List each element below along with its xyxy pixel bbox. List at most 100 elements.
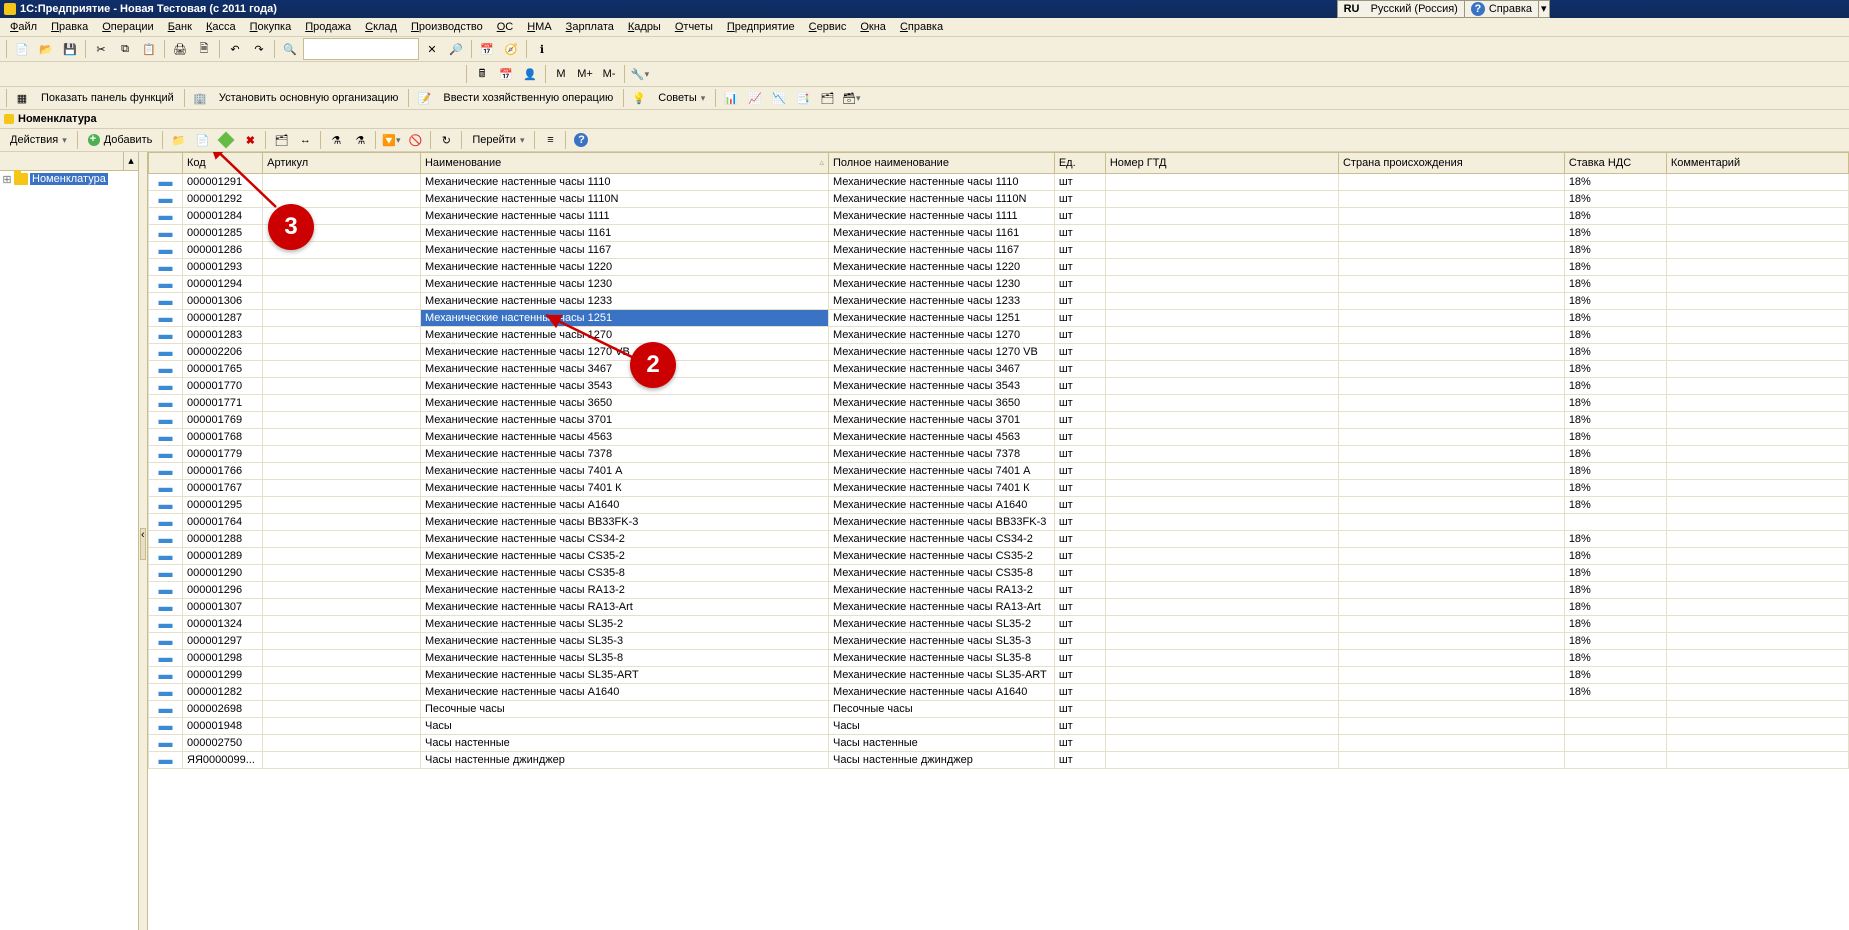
- menu-item-5[interactable]: Покупка: [244, 20, 298, 34]
- actions-dropdown[interactable]: Действия: [4, 132, 73, 148]
- table-row[interactable]: ▬000001287Механические настенные часы 12…: [149, 310, 1849, 327]
- table-row[interactable]: ▬000001297Механические настенные часы SL…: [149, 633, 1849, 650]
- undo-icon[interactable]: ↶: [224, 38, 246, 60]
- menu-item-15[interactable]: Сервис: [803, 20, 853, 34]
- menu-item-16[interactable]: Окна: [854, 20, 892, 34]
- column-header-icon[interactable]: [149, 153, 183, 174]
- enter-operation-button[interactable]: Ввести хозяйственную операцию: [437, 90, 619, 106]
- delete-mark-icon[interactable]: ✖: [239, 129, 261, 151]
- table-row[interactable]: ▬000001324Механические настенные часы SL…: [149, 616, 1849, 633]
- table-row[interactable]: ▬000001767Механические настенные часы 74…: [149, 480, 1849, 497]
- org-icon[interactable]: 🏢: [189, 87, 211, 109]
- table-row[interactable]: ▬000001292Механические настенные часы 11…: [149, 191, 1849, 208]
- table-row[interactable]: ▬000001307Механические настенные часы RA…: [149, 599, 1849, 616]
- table-row[interactable]: ▬000001766Механические настенные часы 74…: [149, 463, 1849, 480]
- column-header-country[interactable]: Страна происхождения: [1338, 153, 1564, 174]
- operation-icon[interactable]: 📝: [413, 87, 435, 109]
- menu-item-9[interactable]: ОС: [491, 20, 520, 34]
- table-row[interactable]: ▬000001296Механические настенные часы RA…: [149, 582, 1849, 599]
- menu-item-14[interactable]: Предприятие: [721, 20, 801, 34]
- column-header-unit[interactable]: Ед.: [1054, 153, 1105, 174]
- table-row[interactable]: ▬000001288Механические настенные часы CS…: [149, 531, 1849, 548]
- memory-m-button[interactable]: M: [550, 63, 572, 85]
- table-row[interactable]: ▬000001770Механические настенные часы 35…: [149, 378, 1849, 395]
- column-header-art[interactable]: Артикул: [263, 153, 421, 174]
- redo-icon[interactable]: ↷: [248, 38, 270, 60]
- column-header-vat[interactable]: Ставка НДС: [1564, 153, 1666, 174]
- filter-clear-icon[interactable]: 🚫: [404, 129, 426, 151]
- menu-item-3[interactable]: Банк: [162, 20, 198, 34]
- move-icon[interactable]: ↔: [294, 129, 316, 151]
- help-form-icon[interactable]: ?: [570, 129, 592, 151]
- table-row[interactable]: ▬000001779Механические настенные часы 73…: [149, 446, 1849, 463]
- add-button[interactable]: Добавить: [82, 132, 159, 148]
- filter-dropdown-icon[interactable]: 🔽: [380, 129, 402, 151]
- calendar-icon[interactable]: 📅: [476, 38, 498, 60]
- report1-icon[interactable]: 📊: [720, 87, 742, 109]
- menu-item-13[interactable]: Отчеты: [669, 20, 719, 34]
- table-row[interactable]: ▬000001291Механические настенные часы 11…: [149, 174, 1849, 191]
- table-row[interactable]: ▬000001293Механические настенные часы 12…: [149, 259, 1849, 276]
- column-header-gtd[interactable]: Номер ГТД: [1105, 153, 1338, 174]
- table-row[interactable]: ▬000001294Механические настенные часы 12…: [149, 276, 1849, 293]
- splitter[interactable]: ‹: [139, 152, 148, 930]
- reports-dropdown-icon[interactable]: 🗃: [840, 87, 862, 109]
- report5-icon[interactable]: 🗂: [816, 87, 838, 109]
- user-icon[interactable]: 👤: [519, 63, 541, 85]
- splitter-handle-icon[interactable]: ‹: [140, 528, 146, 560]
- table-row[interactable]: ▬000001284Механические настенные часы 11…: [149, 208, 1849, 225]
- search-exec-icon[interactable]: 🔎: [445, 38, 467, 60]
- menu-item-17[interactable]: Справка: [894, 20, 949, 34]
- report2-icon[interactable]: 📈: [744, 87, 766, 109]
- set-main-org-button[interactable]: Установить основную организацию: [213, 90, 405, 106]
- edit-icon[interactable]: [215, 129, 237, 151]
- tools-dropdown-icon[interactable]: 🔧: [629, 63, 651, 85]
- tree-root-node[interactable]: ⊞ Номенклатура: [0, 171, 138, 187]
- table-row[interactable]: ▬000001768Механические настенные часы 45…: [149, 429, 1849, 446]
- table-row[interactable]: ▬000001295Механические настенные часы A1…: [149, 497, 1849, 514]
- menu-item-1[interactable]: Правка: [45, 20, 94, 34]
- add-group-icon[interactable]: 📁: [167, 129, 189, 151]
- table-row[interactable]: ▬000002750Часы настенныеЧасы настенныешт: [149, 735, 1849, 752]
- table-row[interactable]: ▬000001771Механические настенные часы 36…: [149, 395, 1849, 412]
- tips-dropdown-button[interactable]: Советы: [652, 90, 711, 106]
- calc-icon[interactable]: 🖩: [471, 63, 493, 85]
- expand-icon[interactable]: ⊞: [2, 173, 12, 186]
- menu-item-6[interactable]: Продажа: [299, 20, 357, 34]
- copy-icon[interactable]: ⧉: [114, 38, 136, 60]
- help-button[interactable]: ? Справка: [1464, 0, 1539, 18]
- table-row[interactable]: ▬000001306Механические настенные часы 12…: [149, 293, 1849, 310]
- menu-item-0[interactable]: Файл: [4, 20, 43, 34]
- table-row[interactable]: ▬000001283Механические настенные часы 12…: [149, 327, 1849, 344]
- save-icon[interactable]: 💾: [59, 38, 81, 60]
- column-header-code[interactable]: Код: [183, 153, 263, 174]
- table-row[interactable]: ▬000001948ЧасыЧасышт: [149, 718, 1849, 735]
- report3-icon[interactable]: 📉: [768, 87, 790, 109]
- table-row[interactable]: ▬ЯЯ0000099...Часы настенные джинджерЧасы…: [149, 752, 1849, 769]
- open-icon[interactable]: 📂: [35, 38, 57, 60]
- column-header-name[interactable]: Наименование▵: [420, 153, 828, 174]
- menu-item-4[interactable]: Касса: [200, 20, 242, 34]
- table-row[interactable]: ▬000001286Механические настенные часы 11…: [149, 242, 1849, 259]
- tips-icon[interactable]: 💡: [628, 87, 650, 109]
- menu-item-12[interactable]: Кадры: [622, 20, 667, 34]
- search-input[interactable]: [303, 38, 419, 60]
- memory-mplus-button[interactable]: M+: [574, 63, 596, 85]
- menu-item-8[interactable]: Производство: [405, 20, 489, 34]
- table-row[interactable]: ▬000001765Механические настенные часы 34…: [149, 361, 1849, 378]
- new-doc-icon[interactable]: 📄: [11, 38, 33, 60]
- print-icon[interactable]: 🖨: [169, 38, 191, 60]
- table-row[interactable]: ▬000001769Механические настенные часы 37…: [149, 412, 1849, 429]
- goto-dropdown[interactable]: Перейти: [466, 132, 530, 148]
- panel-icon[interactable]: ▦: [11, 87, 33, 109]
- column-header-fullname[interactable]: Полное наименование: [828, 153, 1054, 174]
- table-row[interactable]: ▬000001299Механические настенные часы SL…: [149, 667, 1849, 684]
- nav-icon[interactable]: 🧭: [500, 38, 522, 60]
- menu-item-10[interactable]: НМА: [521, 20, 557, 34]
- cut-icon[interactable]: ✂: [90, 38, 112, 60]
- table-row[interactable]: ▬000002206Механические настенные часы 12…: [149, 344, 1849, 361]
- menu-item-2[interactable]: Операции: [96, 20, 159, 34]
- print-preview-icon[interactable]: 🗎: [193, 38, 215, 60]
- table-row[interactable]: ▬000001282Механические настенные часы А1…: [149, 684, 1849, 701]
- refresh-icon[interactable]: ↻: [435, 129, 457, 151]
